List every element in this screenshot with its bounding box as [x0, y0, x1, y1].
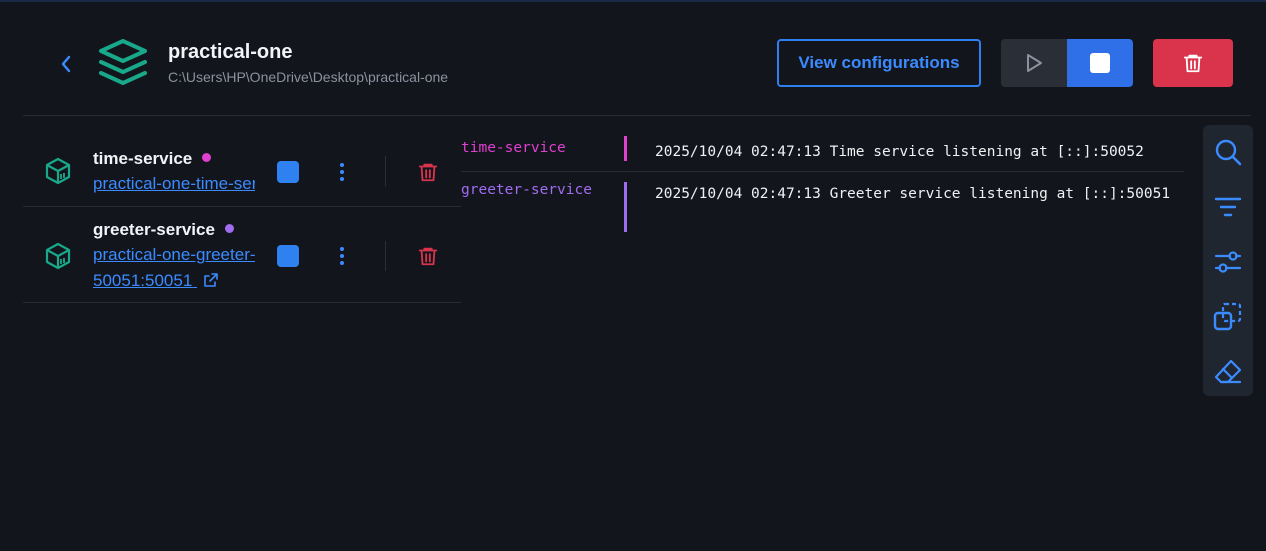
- stop-icon: [1090, 53, 1110, 73]
- stop-all-button[interactable]: [1067, 39, 1133, 87]
- delete-project-button[interactable]: [1153, 39, 1233, 87]
- container-link[interactable]: practical-one-time-service: [93, 174, 255, 194]
- header-divider: [23, 115, 1251, 116]
- log-source-bar: [624, 136, 627, 161]
- container-icon: [45, 242, 71, 270]
- layers-logo-icon: [99, 39, 147, 85]
- eraser-icon: [1214, 359, 1242, 384]
- filter-logs-button[interactable]: [1213, 192, 1243, 222]
- service-stop-button[interactable]: [277, 245, 299, 267]
- more-options-button[interactable]: [331, 242, 353, 270]
- back-button[interactable]: [52, 50, 80, 78]
- kebab-menu-icon: [340, 163, 344, 181]
- service-name: time-service: [93, 149, 212, 169]
- service-row: time-service practical-one-time-service: [23, 136, 461, 207]
- more-options-button[interactable]: [331, 158, 353, 186]
- adjust-logs-button[interactable]: [1213, 247, 1243, 277]
- port-text: 50051:50051: [93, 271, 193, 290]
- service-delete-button[interactable]: [415, 159, 441, 185]
- search-logs-button[interactable]: [1213, 137, 1243, 167]
- log-message: 2025/10/04 02:47:13 Time service listeni…: [655, 144, 1144, 160]
- service-delete-button[interactable]: [415, 243, 441, 269]
- search-icon: [1215, 139, 1242, 166]
- log-entry: greeter-service 2025/10/04 02:47:13 Gree…: [461, 172, 1184, 242]
- view-configurations-button[interactable]: View configurations: [777, 39, 981, 87]
- port-link[interactable]: 50051:50051: [93, 271, 219, 291]
- log-toolbar: [1203, 125, 1253, 396]
- window-top-border: [0, 0, 1266, 2]
- service-row: greeter-service practical-one-greeter-se…: [23, 207, 461, 303]
- kebab-menu-icon: [340, 247, 344, 265]
- container-icon: [45, 157, 71, 185]
- log-entry: time-service 2025/10/04 02:47:13 Time se…: [461, 128, 1184, 172]
- log-panel: time-service 2025/10/04 02:47:13 Time se…: [461, 128, 1184, 242]
- service-name-text: greeter-service: [93, 220, 215, 239]
- play-icon: [1027, 54, 1042, 72]
- trash-icon: [418, 247, 438, 266]
- status-dot: [202, 153, 212, 162]
- log-source: greeter-service: [461, 182, 592, 198]
- external-link-icon: [204, 273, 218, 287]
- clear-logs-button[interactable]: [1213, 357, 1243, 387]
- service-name: greeter-service: [93, 220, 234, 240]
- status-dot: [224, 224, 234, 233]
- service-name-text: time-service: [93, 149, 193, 168]
- copy-icon: [1213, 302, 1242, 331]
- log-message: 2025/10/04 02:47:13 Greeter service list…: [655, 186, 1171, 202]
- copy-logs-button[interactable]: [1213, 302, 1243, 332]
- service-list: time-service practical-one-time-service …: [23, 136, 461, 303]
- divider: [385, 241, 386, 271]
- run-controls: [1001, 39, 1133, 87]
- project-title: practical-one: [168, 41, 293, 63]
- trash-icon: [418, 163, 438, 182]
- log-source: time-service: [461, 140, 566, 156]
- play-button[interactable]: [1001, 39, 1067, 87]
- adjust-icon: [1214, 251, 1242, 273]
- filter-icon: [1214, 197, 1242, 217]
- service-stop-button[interactable]: [277, 161, 299, 183]
- trash-icon: [1183, 54, 1203, 73]
- log-source-bar: [624, 182, 627, 232]
- divider: [385, 156, 386, 186]
- chevron-left-icon: [61, 55, 71, 73]
- project-path: C:\Users\HP\OneDrive\Desktop\practical-o…: [168, 69, 449, 85]
- container-link[interactable]: practical-one-greeter-service: [93, 245, 255, 265]
